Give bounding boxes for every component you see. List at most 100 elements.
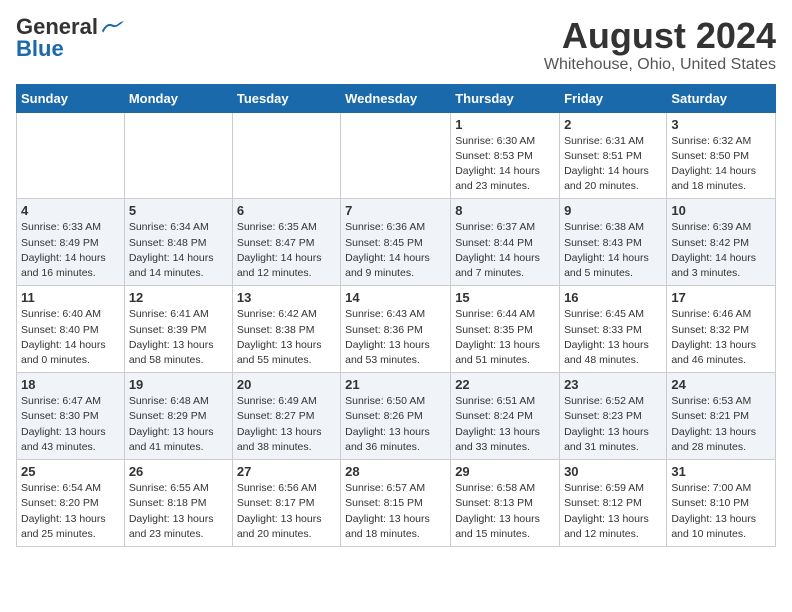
day-number: 12 <box>129 290 228 305</box>
day-detail: Sunrise: 6:53 AM Sunset: 8:21 PM Dayligh… <box>671 394 771 455</box>
day-detail: Sunrise: 6:32 AM Sunset: 8:50 PM Dayligh… <box>671 134 771 195</box>
calendar-cell: 25 Sunrise: 6:54 AM Sunset: 8:20 PM Dayli… <box>17 460 125 547</box>
day-detail: Sunrise: 6:46 AM Sunset: 8:32 PM Dayligh… <box>671 307 771 368</box>
calendar-cell: 17 Sunrise: 6:46 AM Sunset: 8:32 PM Dayli… <box>667 286 776 373</box>
day-detail: Sunrise: 6:48 AM Sunset: 8:29 PM Dayligh… <box>129 394 228 455</box>
calendar-cell: 20Sunrise: 6:49 AM Sunset: 8:27 PM Dayli… <box>232 373 340 460</box>
day-number: 3 <box>671 117 771 132</box>
logo-general-text: General <box>16 16 98 38</box>
day-detail: Sunrise: 6:49 AM Sunset: 8:27 PM Dayligh… <box>237 394 336 455</box>
day-detail: Sunrise: 6:45 AM Sunset: 8:33 PM Dayligh… <box>564 307 662 368</box>
day-detail: Sunrise: 6:50 AM Sunset: 8:26 PM Dayligh… <box>345 394 446 455</box>
day-detail: Sunrise: 6:41 AM Sunset: 8:39 PM Dayligh… <box>129 307 228 368</box>
calendar-cell: 31Sunrise: 7:00 AM Sunset: 8:10 PM Dayli… <box>667 460 776 547</box>
day-number: 23 <box>564 377 662 392</box>
day-detail: Sunrise: 6:51 AM Sunset: 8:24 PM Dayligh… <box>455 394 555 455</box>
title-area: August 2024 Whitehouse, Ohio, United Sta… <box>544 16 776 74</box>
day-number: 10 <box>671 203 771 218</box>
calendar-cell: 1 Sunrise: 6:30 AM Sunset: 8:53 PM Daylig… <box>451 112 560 199</box>
calendar-cell <box>341 112 451 199</box>
day-header-sunday: Sunday <box>17 84 125 112</box>
day-detail: Sunrise: 6:33 AM Sunset: 8:49 PM Dayligh… <box>21 220 120 281</box>
calendar-cell <box>232 112 340 199</box>
day-detail: Sunrise: 6:31 AM Sunset: 8:51 PM Dayligh… <box>564 134 662 195</box>
day-number: 28 <box>345 464 446 479</box>
calendar-cell: 24 Sunrise: 6:53 AM Sunset: 8:21 PM Dayli… <box>667 373 776 460</box>
day-detail: Sunrise: 6:43 AM Sunset: 8:36 PM Dayligh… <box>345 307 446 368</box>
day-detail: Sunrise: 6:30 AM Sunset: 8:53 PM Dayligh… <box>455 134 555 195</box>
page-header: General Blue August 2024 Whitehouse, Ohi… <box>16 16 776 74</box>
day-detail: Sunrise: 6:36 AM Sunset: 8:45 PM Dayligh… <box>345 220 446 281</box>
day-header-thursday: Thursday <box>451 84 560 112</box>
day-number: 25 <box>21 464 120 479</box>
day-detail: Sunrise: 6:52 AM Sunset: 8:23 PM Dayligh… <box>564 394 662 455</box>
day-detail: Sunrise: 6:56 AM Sunset: 8:17 PM Dayligh… <box>237 481 336 542</box>
day-detail: Sunrise: 6:35 AM Sunset: 8:47 PM Dayligh… <box>237 220 336 281</box>
week-row-1: 1 Sunrise: 6:30 AM Sunset: 8:53 PM Daylig… <box>17 112 776 199</box>
day-number: 27 <box>237 464 336 479</box>
calendar-cell: 11 Sunrise: 6:40 AM Sunset: 8:40 PM Dayli… <box>17 286 125 373</box>
day-detail: Sunrise: 6:39 AM Sunset: 8:42 PM Dayligh… <box>671 220 771 281</box>
day-number: 24 <box>671 377 771 392</box>
calendar-cell: 3 Sunrise: 6:32 AM Sunset: 8:50 PM Daylig… <box>667 112 776 199</box>
calendar-table: SundayMondayTuesdayWednesdayThursdayFrid… <box>16 84 776 547</box>
day-number: 4 <box>21 203 120 218</box>
calendar-cell: 21 Sunrise: 6:50 AM Sunset: 8:26 PM Dayli… <box>341 373 451 460</box>
week-row-5: 25 Sunrise: 6:54 AM Sunset: 8:20 PM Dayli… <box>17 460 776 547</box>
calendar-cell: 19 Sunrise: 6:48 AM Sunset: 8:29 PM Dayli… <box>124 373 232 460</box>
logo-blue-text: Blue <box>16 38 64 60</box>
calendar-cell <box>17 112 125 199</box>
calendar-cell: 6 Sunrise: 6:35 AM Sunset: 8:47 PM Daylig… <box>232 199 340 286</box>
day-number: 30 <box>564 464 662 479</box>
day-number: 17 <box>671 290 771 305</box>
day-detail: Sunrise: 6:44 AM Sunset: 8:35 PM Dayligh… <box>455 307 555 368</box>
day-number: 21 <box>345 377 446 392</box>
day-header-wednesday: Wednesday <box>341 84 451 112</box>
day-header-friday: Friday <box>560 84 667 112</box>
calendar-cell <box>124 112 232 199</box>
day-detail: Sunrise: 6:55 AM Sunset: 8:18 PM Dayligh… <box>129 481 228 542</box>
day-header-monday: Monday <box>124 84 232 112</box>
logo: General Blue <box>16 16 124 60</box>
logo-bird-icon <box>100 20 124 34</box>
day-detail: Sunrise: 6:38 AM Sunset: 8:43 PM Dayligh… <box>564 220 662 281</box>
day-number: 8 <box>455 203 555 218</box>
day-number: 6 <box>237 203 336 218</box>
day-number: 2 <box>564 117 662 132</box>
day-detail: Sunrise: 6:57 AM Sunset: 8:15 PM Dayligh… <box>345 481 446 542</box>
calendar-cell: 29 Sunrise: 6:58 AM Sunset: 8:13 PM Dayli… <box>451 460 560 547</box>
day-detail: Sunrise: 6:37 AM Sunset: 8:44 PM Dayligh… <box>455 220 555 281</box>
day-number: 29 <box>455 464 555 479</box>
day-number: 14 <box>345 290 446 305</box>
calendar-cell: 10 Sunrise: 6:39 AM Sunset: 8:42 PM Dayli… <box>667 199 776 286</box>
day-number: 7 <box>345 203 446 218</box>
day-number: 16 <box>564 290 662 305</box>
calendar-cell: 12 Sunrise: 6:41 AM Sunset: 8:39 PM Dayli… <box>124 286 232 373</box>
calendar-cell: 14 Sunrise: 6:43 AM Sunset: 8:36 PM Dayli… <box>341 286 451 373</box>
calendar-cell: 22 Sunrise: 6:51 AM Sunset: 8:24 PM Dayli… <box>451 373 560 460</box>
calendar-cell: 15 Sunrise: 6:44 AM Sunset: 8:35 PM Dayli… <box>451 286 560 373</box>
calendar-cell: 30Sunrise: 6:59 AM Sunset: 8:12 PM Dayli… <box>560 460 667 547</box>
calendar-cell: 26Sunrise: 6:55 AM Sunset: 8:18 PM Dayli… <box>124 460 232 547</box>
calendar-subtitle: Whitehouse, Ohio, United States <box>544 56 776 74</box>
day-detail: Sunrise: 6:54 AM Sunset: 8:20 PM Dayligh… <box>21 481 120 542</box>
calendar-cell: 9Sunrise: 6:38 AM Sunset: 8:43 PM Daylig… <box>560 199 667 286</box>
day-number: 5 <box>129 203 228 218</box>
day-detail: Sunrise: 7:00 AM Sunset: 8:10 PM Dayligh… <box>671 481 771 542</box>
calendar-cell: 16 Sunrise: 6:45 AM Sunset: 8:33 PM Dayli… <box>560 286 667 373</box>
calendar-cell: 13Sunrise: 6:42 AM Sunset: 8:38 PM Dayli… <box>232 286 340 373</box>
calendar-cell: 8 Sunrise: 6:37 AM Sunset: 8:44 PM Daylig… <box>451 199 560 286</box>
day-detail: Sunrise: 6:40 AM Sunset: 8:40 PM Dayligh… <box>21 307 120 368</box>
day-number: 22 <box>455 377 555 392</box>
day-number: 19 <box>129 377 228 392</box>
day-number: 1 <box>455 117 555 132</box>
calendar-cell: 27 Sunrise: 6:56 AM Sunset: 8:17 PM Dayli… <box>232 460 340 547</box>
calendar-cell: 4 Sunrise: 6:33 AM Sunset: 8:49 PM Daylig… <box>17 199 125 286</box>
calendar-cell: 18Sunrise: 6:47 AM Sunset: 8:30 PM Dayli… <box>17 373 125 460</box>
day-detail: Sunrise: 6:58 AM Sunset: 8:13 PM Dayligh… <box>455 481 555 542</box>
day-number: 15 <box>455 290 555 305</box>
calendar-cell: 28 Sunrise: 6:57 AM Sunset: 8:15 PM Dayli… <box>341 460 451 547</box>
calendar-cell: 2 Sunrise: 6:31 AM Sunset: 8:51 PM Daylig… <box>560 112 667 199</box>
day-number: 11 <box>21 290 120 305</box>
week-row-3: 11 Sunrise: 6:40 AM Sunset: 8:40 PM Dayli… <box>17 286 776 373</box>
